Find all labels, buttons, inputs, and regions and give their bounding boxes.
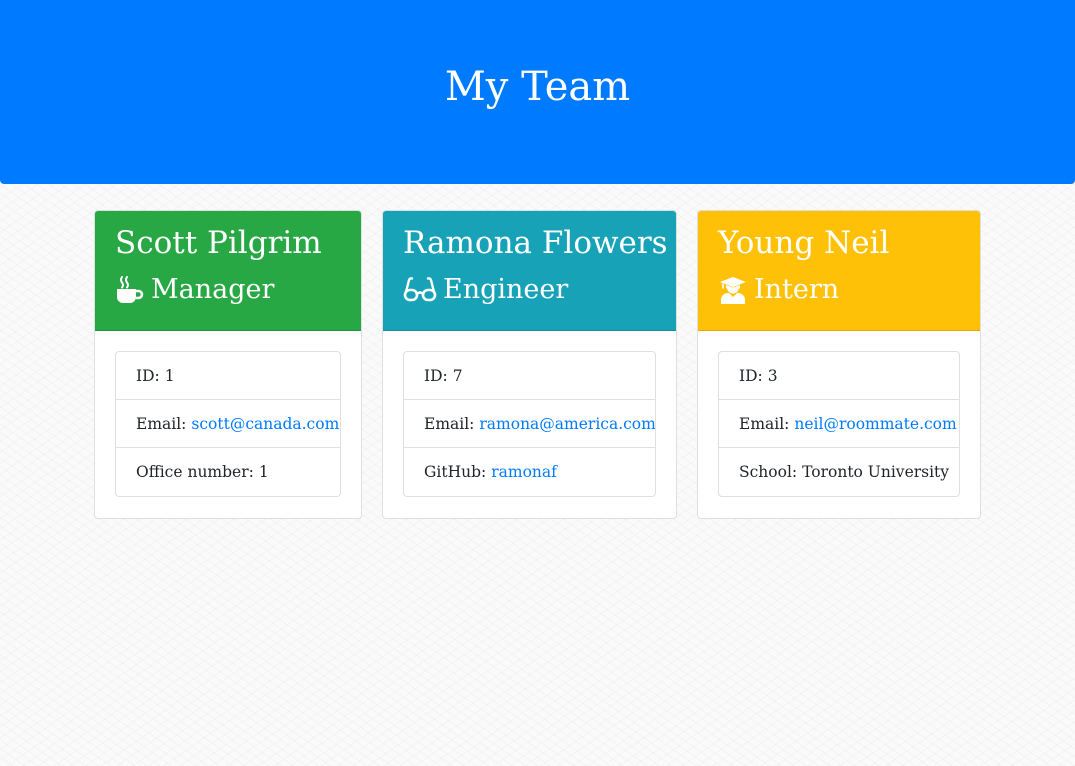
id-value: 7 [452,366,463,385]
list-item-office-number: Office number: 1 [116,448,340,496]
page-title: My Team [444,64,631,110]
github-link[interactable]: ramonaf [491,463,557,481]
id-label: ID: [424,366,448,385]
employee-role-row: Engineer [403,270,656,310]
employee-info-list: ID: 7 Email: ramona@america.com GitHub: … [403,351,656,497]
employee-card-engineer: Ramona Flowers Engineer ID: 7 Email: ram… [382,210,677,519]
graduate-icon [718,275,748,305]
list-item-email: Email: neil@roommate.com [719,400,959,448]
list-item-email: Email: ramona@america.com [404,400,655,448]
office-number-value: 1 [258,463,269,481]
card-header: Ramona Flowers Engineer [383,211,676,331]
card-header: Young Neil Intern [698,211,980,331]
employee-role-row: Intern [718,270,960,310]
employee-card-manager: Scott Pilgrim Manager ID: 1 Email: scott… [94,210,362,519]
employee-card-intern: Young Neil Intern ID: 3 Email: neil@room… [697,210,981,519]
employee-name: Ramona Flowers [403,225,668,261]
list-item-email: Email: scott@canada.com [116,400,340,448]
list-item-github: GitHub: ramonaf [404,448,655,496]
list-item-id: ID: 3 [719,352,959,400]
employee-info-list: ID: 3 Email: neil@roommate.com School: T… [718,351,960,497]
card-body: ID: 1 Email: scott@canada.com Office num… [95,331,361,517]
id-value: 3 [767,366,778,385]
employee-role-row: Manager [115,270,341,310]
id-label: ID: [739,366,763,385]
github-label: GitHub: [424,463,487,481]
email-link[interactable]: ramona@america.com [479,415,655,433]
school-value: Toronto University [802,463,950,481]
employee-role: Intern [754,274,840,305]
email-link[interactable]: neil@roommate.com [794,415,956,433]
email-label: Email: [424,414,475,433]
coffee-mug-icon [115,275,145,305]
office-number-label: Office number: [136,463,254,481]
email-label: Email: [739,414,790,433]
card-body: ID: 7 Email: ramona@america.com GitHub: … [383,331,676,517]
school-label: School: [739,463,798,481]
employee-role: Manager [151,274,275,305]
id-value: 1 [164,366,175,385]
email-link[interactable]: scott@canada.com [191,415,339,433]
page-header: My Team [0,0,1075,184]
employee-info-list: ID: 1 Email: scott@canada.com Office num… [115,351,341,497]
list-item-school: School: Toronto University [719,448,959,496]
employee-name: Scott Pilgrim [115,225,322,261]
employee-role: Engineer [443,274,569,305]
id-label: ID: [136,366,160,385]
list-item-id: ID: 7 [404,352,655,400]
list-item-id: ID: 1 [116,352,340,400]
employee-name: Young Neil [718,225,890,261]
card-body: ID: 3 Email: neil@roommate.com School: T… [698,331,980,517]
email-label: Email: [136,414,187,433]
card-header: Scott Pilgrim Manager [95,211,361,331]
glasses-icon [403,275,437,305]
